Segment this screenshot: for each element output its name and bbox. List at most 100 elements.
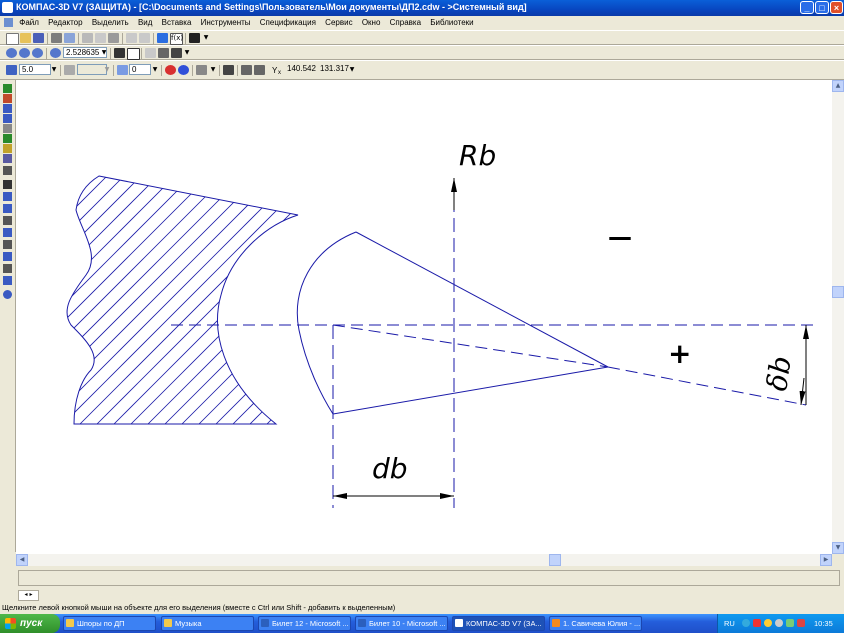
start-button[interactable]: пуск: [0, 614, 60, 633]
menu-service[interactable]: Сервис: [325, 16, 352, 30]
ortho-icon[interactable]: [241, 65, 252, 75]
scroll-right-icon[interactable]: ▶: [820, 554, 832, 566]
task-bilet-12[interactable]: Билет 12 - Microsoft ...: [258, 616, 351, 631]
leader-tool-icon[interactable]: [3, 204, 12, 213]
tray-app-icon[interactable]: [764, 619, 772, 627]
undo-icon[interactable]: [126, 33, 137, 43]
clock[interactable]: 10:35: [814, 614, 833, 633]
minimize-button[interactable]: _: [800, 1, 814, 14]
open-icon[interactable]: [20, 33, 31, 43]
tray-alert-icon[interactable]: [797, 619, 805, 627]
text-tool-icon[interactable]: [3, 180, 12, 189]
close-button[interactable]: ×: [830, 1, 843, 14]
menu-select[interactable]: Выделить: [92, 16, 129, 30]
horizontal-scrollbar[interactable]: ◀ ▶: [16, 554, 832, 566]
scroll-left-icon[interactable]: ◀: [16, 554, 28, 566]
task-bilet-10[interactable]: Билет 10 - Microsoft ...: [355, 616, 448, 631]
zoom-window-icon[interactable]: [19, 48, 30, 58]
document-icon[interactable]: [4, 18, 13, 27]
cut-icon[interactable]: [82, 33, 93, 43]
menu-libraries[interactable]: Библиотеки: [430, 16, 473, 30]
grid-icon[interactable]: [196, 65, 207, 75]
preview-icon[interactable]: [64, 33, 75, 43]
chevron-down-icon[interactable]: ▼: [151, 64, 159, 75]
spline-tool-icon[interactable]: [3, 134, 12, 143]
chevron-down-icon[interactable]: ▼: [100, 47, 108, 58]
select-tool-icon[interactable]: [3, 264, 12, 273]
roughness-tool-icon[interactable]: [3, 192, 12, 201]
hatch-tool-icon[interactable]: [3, 144, 12, 153]
macro-tool-icon[interactable]: [3, 154, 12, 163]
drawing-canvas[interactable]: Rb db δb — +: [16, 80, 832, 554]
new-icon[interactable]: [6, 33, 19, 45]
task-shpory[interactable]: Шпоры по ДП: [63, 616, 156, 631]
refresh-icon[interactable]: [145, 48, 156, 58]
usb-icon[interactable]: [786, 619, 794, 627]
chevron-down-icon[interactable]: ▼: [202, 32, 210, 43]
point-tool-icon[interactable]: [3, 94, 12, 103]
chevron-down-icon[interactable]: ▼: [348, 64, 356, 75]
menu-specification[interactable]: Спецификация: [260, 16, 316, 30]
scroll-down-icon[interactable]: ▼: [832, 542, 844, 554]
edit-tool-icon[interactable]: [3, 228, 12, 237]
network-icon[interactable]: [742, 619, 750, 627]
zoom-out-icon[interactable]: [32, 48, 43, 58]
menu-help[interactable]: Справка: [390, 16, 421, 30]
pan-icon[interactable]: [114, 48, 125, 58]
dimensions-tool-icon[interactable]: [3, 166, 12, 175]
save-icon[interactable]: [33, 33, 44, 43]
task-music[interactable]: Музыка: [161, 616, 254, 631]
view-toolbar: 2.528635 ▼ ▼: [0, 45, 844, 60]
copy-icon[interactable]: [95, 33, 106, 43]
redo-icon[interactable]: [139, 33, 150, 43]
page-navigator[interactable]: ◂ ▸: [18, 590, 39, 601]
paste-icon[interactable]: [108, 33, 119, 43]
spec-tool-icon[interactable]: [3, 276, 12, 285]
volume-icon[interactable]: [775, 619, 783, 627]
help-cursor-icon[interactable]: [189, 33, 200, 43]
menu-file[interactable]: Файл: [19, 16, 39, 30]
tolerance-tool-icon[interactable]: [3, 216, 12, 225]
line-tool-icon[interactable]: [3, 104, 12, 113]
manager-icon[interactable]: [157, 33, 168, 43]
layer-input[interactable]: 0: [129, 64, 151, 75]
properties-icon[interactable]: [165, 65, 176, 75]
snap-point-icon[interactable]: [3, 290, 12, 299]
chevron-down-icon[interactable]: ▼: [209, 64, 217, 75]
layer-icon: [117, 65, 128, 75]
horizontal-scroll-thumb[interactable]: [549, 554, 561, 566]
menu-tools[interactable]: Инструменты: [201, 16, 251, 30]
language-indicator[interactable]: RU: [724, 614, 735, 633]
menu-window[interactable]: Окно: [362, 16, 381, 30]
geometry-tool-icon[interactable]: [3, 84, 12, 93]
step-icon: [6, 65, 17, 75]
arc-tool-icon[interactable]: [3, 124, 12, 133]
snap-icon[interactable]: [254, 65, 265, 75]
cursor-step-input[interactable]: 5.0: [19, 64, 51, 75]
display-mode-icon[interactable]: [171, 48, 182, 58]
local-cs-icon[interactable]: [223, 65, 234, 75]
zoom-scale-icon[interactable]: [50, 48, 61, 58]
measure-tool-icon[interactable]: [3, 252, 12, 261]
scroll-up-icon[interactable]: ▲: [832, 80, 844, 92]
circle-tool-icon[interactable]: [3, 114, 12, 123]
vertical-scroll-thumb[interactable]: [832, 286, 844, 298]
chevron-down-icon[interactable]: ▼: [50, 64, 58, 75]
table-tool-icon[interactable]: [3, 240, 12, 249]
function-icon[interactable]: f(x): [170, 33, 183, 45]
menu-view[interactable]: Вид: [138, 16, 152, 30]
chevron-down-icon[interactable]: ▼: [183, 47, 191, 58]
task-kompas[interactable]: КОМПАС-3D V7 (ЗА...: [452, 616, 545, 631]
vertical-scrollbar[interactable]: ▲ ▼: [832, 80, 844, 554]
zoom-in-icon[interactable]: [6, 48, 17, 58]
color-icon[interactable]: [178, 65, 189, 75]
maximize-button[interactable]: □: [815, 1, 829, 14]
task-savicheva[interactable]: 1. Савичева Юлия - ...: [549, 616, 642, 631]
print-icon[interactable]: [51, 33, 62, 43]
antivirus-icon[interactable]: [753, 619, 761, 627]
chevron-down-icon[interactable]: ▼: [103, 64, 111, 75]
menu-insert[interactable]: Вставка: [162, 16, 192, 30]
tree-icon[interactable]: [158, 48, 169, 58]
menu-editor[interactable]: Редактор: [48, 16, 82, 30]
show-all-icon[interactable]: [127, 48, 140, 60]
